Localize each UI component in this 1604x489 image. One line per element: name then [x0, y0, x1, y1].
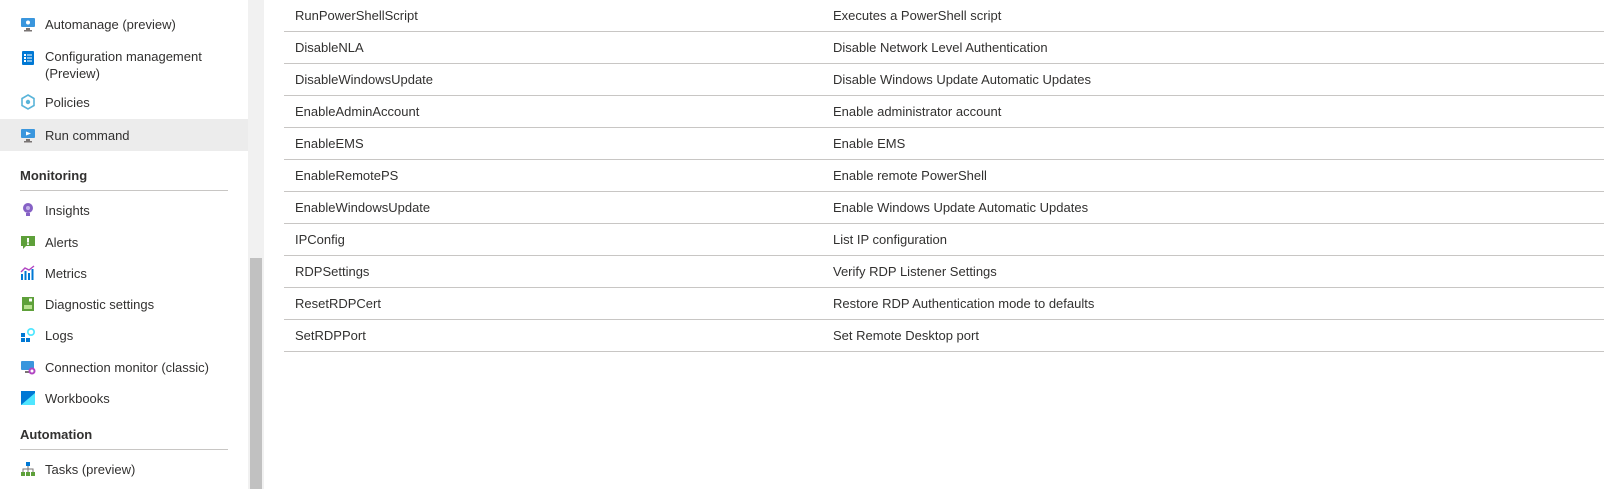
policies-icon [20, 94, 36, 110]
sidebar-item-policies[interactable]: Policies [0, 86, 248, 118]
command-name: DisableNLA [295, 40, 364, 55]
sidebar-scrollbar-thumb[interactable] [250, 258, 262, 489]
command-name: EnableEMS [295, 136, 364, 151]
section-header-monitoring: Monitoring [20, 168, 228, 191]
table-row[interactable]: IPConfig List IP configuration [284, 224, 1604, 256]
table-row[interactable]: SetRDPPort Set Remote Desktop port [284, 320, 1604, 352]
sidebar-item-label: Alerts [45, 234, 79, 250]
sidebar-item-insights[interactable]: Insights [0, 194, 248, 226]
table-row[interactable]: EnableWindowsUpdate Enable Windows Updat… [284, 192, 1604, 224]
sidebar-item-alerts[interactable]: Alerts [0, 226, 248, 258]
command-name: ResetRDPCert [295, 296, 381, 311]
command-description: Enable EMS [833, 136, 906, 151]
command-name: IPConfig [295, 232, 345, 247]
sidebar-item-label: Configuration management (Preview) [45, 49, 202, 81]
sidebar-item-logs[interactable]: Logs [0, 319, 248, 351]
automanage-icon [20, 16, 36, 32]
command-name: RunPowerShellScript [295, 8, 418, 23]
alerts-icon [20, 234, 36, 250]
table-row[interactable]: RDPSettings Verify RDP Listener Settings [284, 256, 1604, 288]
table-row[interactable]: EnableEMS Enable EMS [284, 128, 1604, 160]
command-description: Disable Network Level Authentication [833, 40, 1048, 55]
table-row[interactable]: RunPowerShellScript Executes a PowerShel… [284, 0, 1604, 32]
tasks-icon [20, 461, 36, 477]
command-name: DisableWindowsUpdate [295, 72, 434, 87]
sidebar-item-connection-monitor[interactable]: Connection monitor (classic) [0, 351, 248, 383]
run-command-list: RunPowerShellScript Executes a PowerShel… [284, 0, 1604, 489]
insights-icon [20, 202, 36, 218]
sidebar-item-automanage[interactable]: Automanage (preview) [0, 8, 248, 40]
connection-monitor-icon [20, 359, 36, 375]
sidebar-item-label: Automanage (preview) [45, 16, 176, 32]
sidebar-item-label: Connection monitor (classic) [45, 359, 210, 375]
command-description: Set Remote Desktop port [833, 328, 979, 343]
command-description: Enable administrator account [833, 104, 1002, 119]
command-description: List IP configuration [833, 232, 947, 247]
diagnostic-settings-icon [20, 296, 36, 312]
workbooks-icon [20, 390, 36, 406]
sidebar-item-workbooks[interactable]: Workbooks [0, 382, 248, 414]
sidebar-item-label: Metrics [45, 265, 87, 281]
command-name: SetRDPPort [295, 328, 366, 343]
table-row[interactable]: ResetRDPCert Restore RDP Authentication … [284, 288, 1604, 320]
command-description: Restore RDP Authentication mode to defau… [833, 296, 1095, 311]
table-row[interactable]: EnableAdminAccount Enable administrator … [284, 96, 1604, 128]
table-row[interactable]: EnableRemotePS Enable remote PowerShell [284, 160, 1604, 192]
command-description: Disable Windows Update Automatic Updates [833, 72, 1091, 87]
sidebar-item-label: Diagnostic settings [45, 296, 155, 312]
command-name: EnableAdminAccount [295, 104, 420, 119]
sidebar-item-diagnostic-settings[interactable]: Diagnostic settings [0, 288, 248, 320]
sidebar-item-run-command[interactable]: Run command [0, 119, 248, 151]
command-name: EnableRemotePS [295, 168, 399, 183]
sidebar-nav: Automanage (preview) Configuration manag… [0, 0, 248, 489]
logs-icon [20, 327, 36, 343]
command-description: Executes a PowerShell script [833, 8, 1002, 23]
sidebar-item-label: Policies [45, 94, 90, 110]
command-description: Enable Windows Update Automatic Updates [833, 200, 1089, 215]
command-name: EnableWindowsUpdate [295, 200, 431, 215]
command-description: Enable remote PowerShell [833, 168, 987, 183]
sidebar-item-configuration-management[interactable]: Configuration management (Preview) [0, 42, 248, 82]
command-name: RDPSettings [295, 264, 370, 279]
sidebar-item-label: Run command [45, 127, 130, 143]
run-command-icon [20, 127, 36, 143]
sidebar-item-metrics[interactable]: Metrics [0, 257, 248, 289]
section-header-automation: Automation [20, 427, 228, 450]
sidebar-item-label: Workbooks [45, 390, 110, 406]
configuration-icon [20, 50, 36, 66]
metrics-icon [20, 265, 36, 281]
table-row[interactable]: DisableNLA Disable Network Level Authent… [284, 32, 1604, 64]
table-row[interactable]: DisableWindowsUpdate Disable Windows Upd… [284, 64, 1604, 96]
sidebar-item-label: Tasks (preview) [45, 461, 136, 477]
command-description: Verify RDP Listener Settings [833, 264, 997, 279]
sidebar-item-label: Logs [45, 327, 74, 343]
sidebar-item-tasks[interactable]: Tasks (preview) [0, 453, 248, 485]
sidebar-item-label: Insights [45, 202, 90, 218]
